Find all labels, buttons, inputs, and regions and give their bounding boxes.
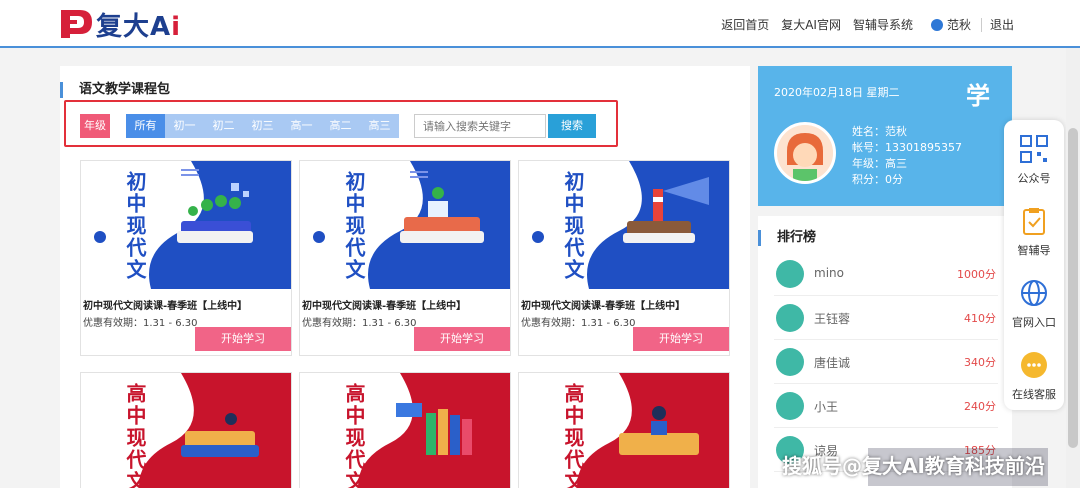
profile-account: 帐号：13301895357: [852, 141, 962, 154]
ranking-name: 唐佳诚: [814, 356, 851, 370]
ranking-score: 240分: [964, 400, 996, 413]
ranking-row[interactable]: 王钰蓉 410分: [774, 296, 998, 340]
course-title: 初中现代文阅读课-春季班【上线中】: [83, 301, 248, 312]
ranking-score: 1000分: [957, 268, 996, 281]
page-scrollbar[interactable]: [1066, 48, 1080, 488]
ranking-row[interactable]: 唐佳诚 340分: [774, 340, 998, 384]
user-name: 范秋: [946, 18, 971, 32]
cover-vertical-text: 高中现代文: [561, 383, 585, 488]
user-icon: [930, 18, 943, 31]
qrcode-icon: [1020, 135, 1048, 163]
ranking-title: 排行榜: [758, 230, 816, 246]
tab-grade10[interactable]: 高一: [282, 114, 321, 138]
cover-vertical-text: 初中现代文: [561, 171, 585, 281]
ranking-name: 王钰蓉: [814, 312, 851, 326]
ranking-row[interactable]: mino 1000分: [774, 252, 998, 296]
avatar: [774, 122, 836, 184]
course-card[interactable]: 高中现代文: [299, 372, 511, 488]
course-cover-image: [300, 161, 510, 289]
start-learning-button[interactable]: 开始学习: [195, 327, 291, 351]
filter-bar: 年级 所有 初一 初二 初三 高一 高二 高三 搜索: [64, 100, 618, 147]
sidebar-item-customer-service[interactable]: 在线客服: [1004, 340, 1064, 406]
tab-grade11[interactable]: 高二: [321, 114, 360, 138]
course-card[interactable]: 高中现代文: [80, 372, 292, 488]
course-cover-image: [519, 373, 729, 488]
top-nav: 返回首页 复大AI官网 智辅导系统 范秋 退出: [709, 16, 1014, 33]
profile-name: 姓名：范秋: [852, 125, 907, 138]
course-date: 优惠有效期：1.31 - 6.30: [521, 318, 636, 329]
tab-grade9[interactable]: 初三: [243, 114, 282, 138]
course-date: 优惠有效期：1.31 - 6.30: [302, 318, 417, 329]
course-cover-image: [81, 161, 291, 289]
tab-grade8[interactable]: 初二: [204, 114, 243, 138]
cover-vertical-text: 高中现代文: [123, 383, 147, 488]
profile-info: 姓名：范秋 帐号：13301895357 年级：高三 积分：0分: [852, 124, 962, 188]
globe-icon: [1021, 280, 1047, 306]
user-menu[interactable]: 范秋: [930, 16, 971, 33]
course-card[interactable]: 高中现代文: [518, 372, 730, 488]
nav-tutor-system-link[interactable]: 智辅导系统: [853, 16, 913, 33]
owl-avatar-icon: [776, 348, 804, 376]
grade-tabs: 所有 初一 初二 初三 高一 高二 高三: [126, 114, 399, 138]
tab-grade7[interactable]: 初一: [165, 114, 204, 138]
clipboard-icon: [1023, 208, 1045, 235]
cover-vertical-text: 高中现代文: [342, 383, 366, 488]
course-date: 优惠有效期：1.31 - 6.30: [83, 318, 198, 329]
course-card[interactable]: 初中现代文 初中现代文阅读课-春季班【上线中】 优惠有效期：1.31 - 6.3…: [518, 160, 730, 356]
sidebar-label: 官网入口: [1012, 316, 1056, 329]
course-panel: 语文教学课程包 年级 所有 初一 初二 初三 高一 高二 高三 搜索: [60, 66, 750, 488]
top-header: 复大Ai 返回首页 复大AI官网 智辅导系统 范秋 退出: [0, 0, 1080, 48]
sidebar-item-website[interactable]: 官网入口: [1004, 268, 1064, 334]
nav-official-link[interactable]: 复大AI官网: [781, 16, 841, 33]
ranking-row[interactable]: 小王 240分: [774, 384, 998, 428]
scrollbar-thumb[interactable]: [1068, 128, 1078, 448]
cover-vertical-text: 初中现代文: [123, 171, 147, 281]
owl-avatar-icon: [776, 260, 804, 288]
course-title: 初中现代文阅读课-春季班【上线中】: [521, 301, 686, 312]
start-learning-button[interactable]: 开始学习: [633, 327, 729, 351]
chat-icon: [1021, 352, 1047, 378]
ranking-name: mino: [814, 266, 844, 280]
ranking-score: 410分: [964, 312, 996, 325]
grade-label: 年级: [80, 114, 110, 138]
profile-date: 2020年02月18日 星期二: [774, 86, 900, 99]
ranking-name: 小王: [814, 400, 839, 414]
nav-home-link[interactable]: 返回首页: [721, 16, 769, 33]
course-cover-image: [300, 373, 510, 488]
sidebar-label: 在线客服: [1012, 388, 1056, 401]
course-cover-image: [81, 373, 291, 488]
course-cover-image: [519, 161, 729, 289]
logo-text: 复大Ai: [96, 11, 182, 42]
course-title: 初中现代文阅读课-春季班【上线中】: [302, 301, 467, 312]
start-learning-button[interactable]: 开始学习: [414, 327, 510, 351]
sidebar-label: 公众号: [1017, 172, 1051, 185]
course-card[interactable]: 初中现代文 初中现代文阅读课-春季班【上线中】 优惠有效期：1.31 - 6.3…: [299, 160, 511, 356]
sidebar-item-official-account[interactable]: 公众号: [1004, 124, 1064, 190]
logo[interactable]: 复大Ai: [58, 6, 181, 42]
profile-card: 2020年02月18日 星期二 学 姓名：范秋 帐号：13301895357 年…: [758, 66, 1012, 206]
watermark-text: 搜狐号@复大AI教育科技前沿: [782, 454, 1045, 478]
cover-vertical-text: 初中现代文: [342, 171, 366, 281]
profile-points: 积分：0分: [852, 173, 903, 186]
floating-sidebar: 公众号 智辅导 官网入口 在线客服: [1004, 120, 1064, 410]
course-card[interactable]: 初中现代文 初中现代文阅读课-春季班【上线中】 优惠有效期：1.31 - 6.3…: [80, 160, 292, 356]
tab-grade12[interactable]: 高三: [360, 114, 399, 138]
sidebar-item-tutor[interactable]: 智辅导: [1004, 196, 1064, 262]
owl-avatar-icon: [776, 392, 804, 420]
profile-grade: 年级：高三: [852, 157, 907, 170]
ranking-score: 340分: [964, 356, 996, 369]
logo-mark-icon: [61, 10, 92, 38]
sidebar-label: 智辅导: [1017, 244, 1051, 257]
tab-all[interactable]: 所有: [126, 114, 165, 138]
search-input[interactable]: [414, 114, 546, 138]
decoration-text: 学: [966, 82, 990, 110]
owl-avatar-icon: [776, 304, 804, 332]
logout-link[interactable]: 退出: [990, 16, 1014, 33]
section-title: 语文教学课程包: [60, 82, 170, 98]
nav-divider: [980, 17, 982, 32]
search-button[interactable]: 搜索: [548, 114, 596, 138]
